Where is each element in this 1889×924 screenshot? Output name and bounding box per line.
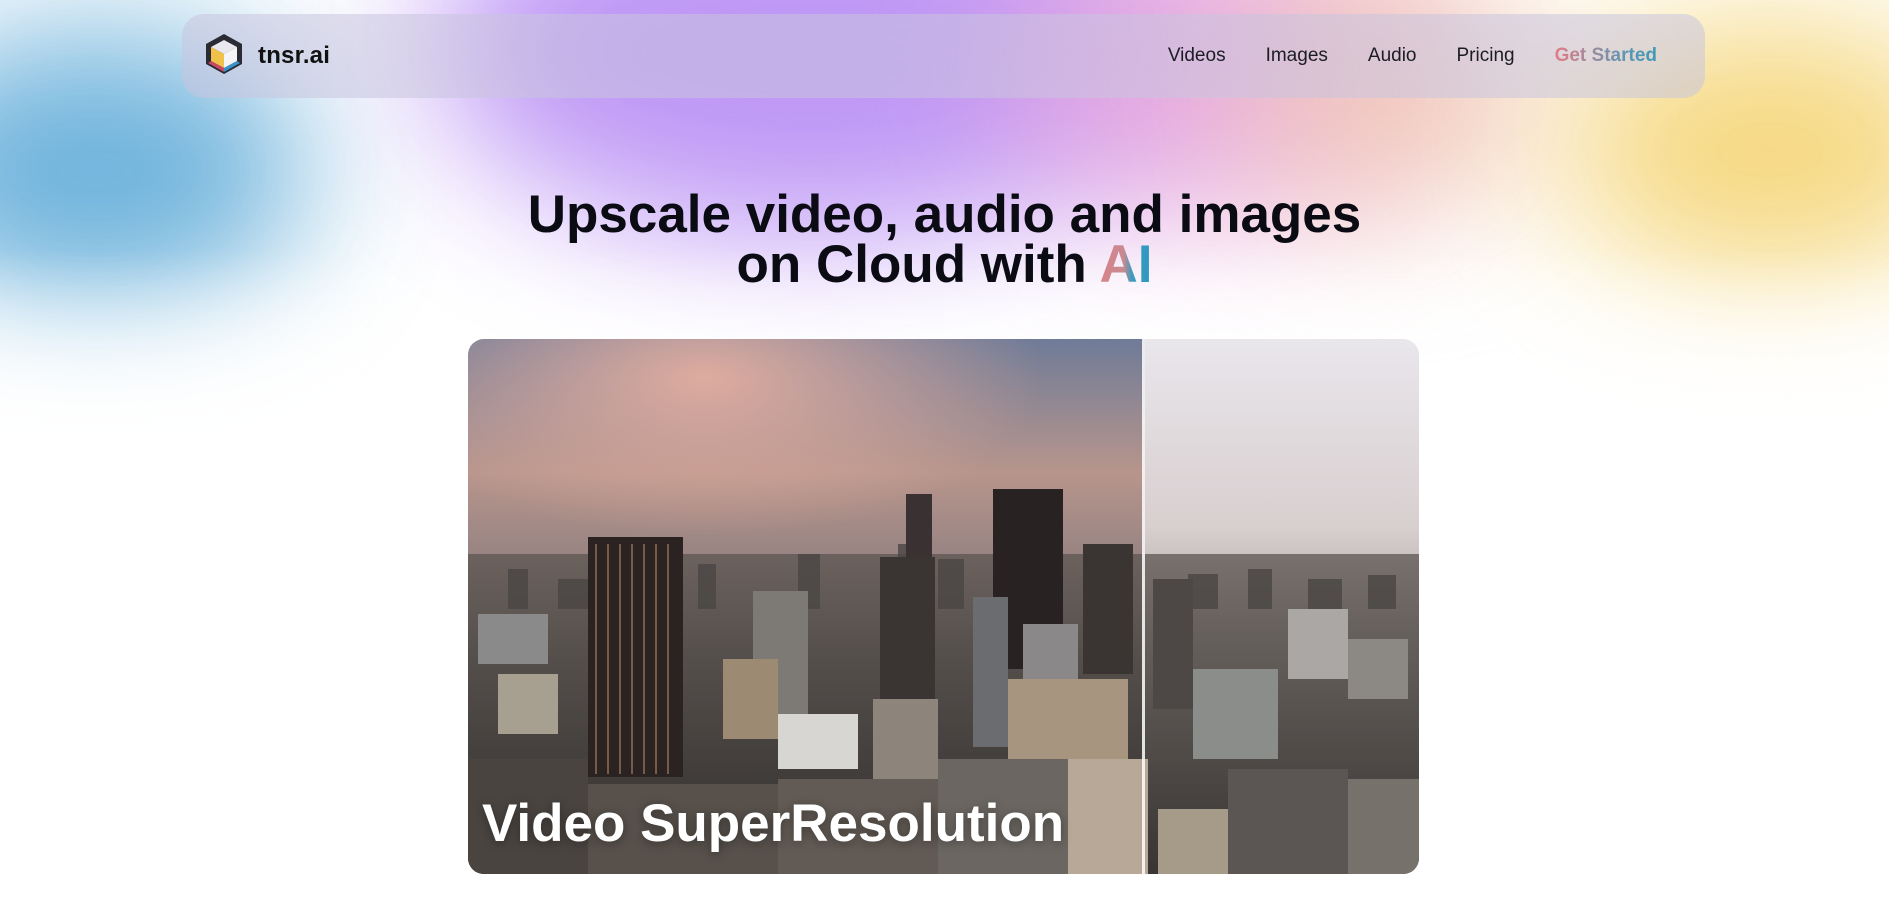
nav-links: Videos Images Audio Pricing Get Started [1168, 45, 1657, 67]
brand-name: tnsr.ai [258, 42, 331, 69]
top-navbar: tnsr.ai Videos Images Audio Pricing Get … [182, 14, 1705, 98]
video-caption: Video SuperResolution [482, 794, 1065, 853]
brand-link[interactable]: tnsr.ai [204, 32, 330, 81]
comparison-slider-handle[interactable] [1142, 339, 1146, 874]
nav-link-pricing[interactable]: Pricing [1457, 45, 1515, 67]
video-comparison-player[interactable]: Video SuperResolution [468, 339, 1419, 874]
nav-link-images[interactable]: Images [1266, 45, 1328, 67]
hero-title: Upscale video, audio and images on Cloud… [0, 188, 1889, 291]
nav-link-audio[interactable]: Audio [1368, 45, 1417, 67]
nav-link-videos[interactable]: Videos [1168, 45, 1226, 67]
hero-title-ai-highlight: AI [1099, 235, 1153, 294]
hero-title-line2-prefix: on Cloud with [736, 235, 1100, 294]
cube-logo-icon [204, 32, 244, 81]
get-started-button[interactable]: Get Started [1555, 45, 1657, 67]
